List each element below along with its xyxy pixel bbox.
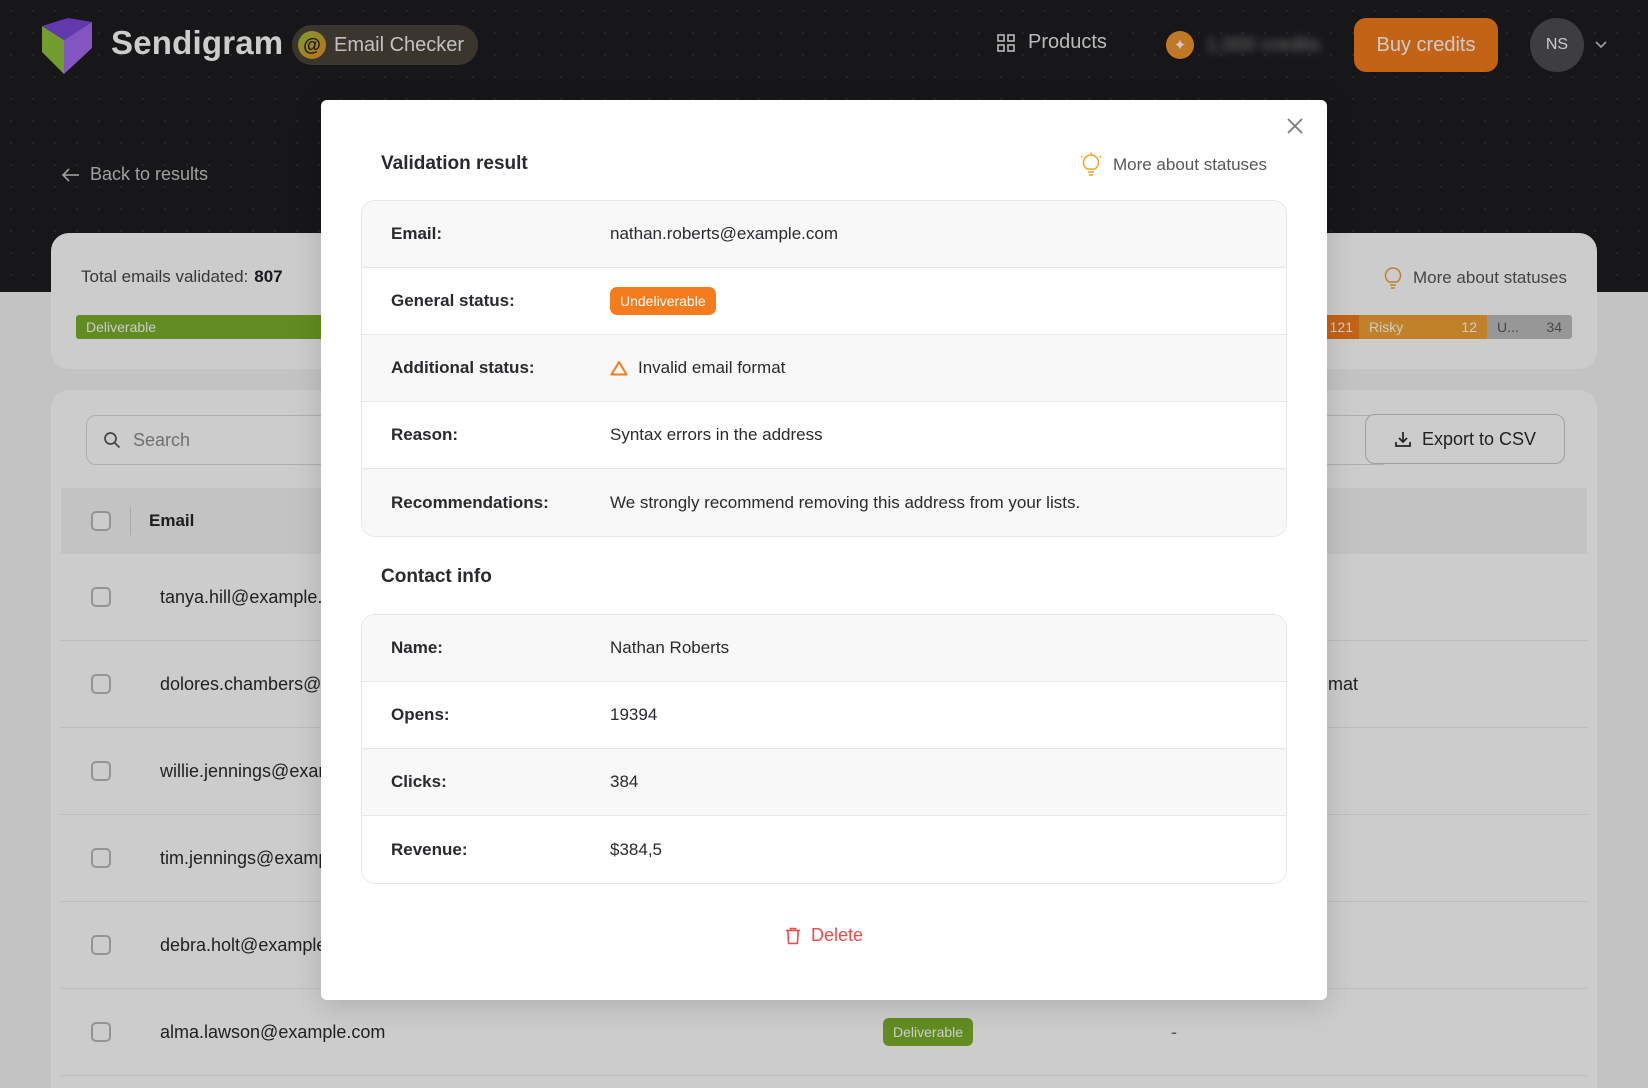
- reason-label: Reason:: [391, 425, 459, 444]
- revenue-label: Revenue:: [391, 839, 468, 859]
- recommendations-label: Recommendations:: [391, 492, 549, 512]
- more-about-statuses-link[interactable]: More about statuses: [1079, 152, 1267, 178]
- trash-icon: [785, 927, 800, 944]
- warning-triangle-icon: [610, 361, 628, 376]
- revenue-value: $384,5: [610, 839, 662, 859]
- reason-row: Reason: Syntax errors in the address: [362, 402, 1286, 469]
- close-icon: [1287, 118, 1303, 134]
- validation-result-modal: Validation result More about statuses Em…: [321, 100, 1327, 1000]
- opens-row: Opens: 19394: [362, 682, 1286, 749]
- email-value: nathan.roberts@example.com: [610, 224, 838, 243]
- email-row: Email: nathan.roberts@example.com: [362, 201, 1286, 268]
- delete-button[interactable]: Delete: [785, 925, 863, 946]
- recommendations-value: We strongly recommend removing this addr…: [610, 492, 1081, 512]
- lightbulb-icon: [1080, 152, 1102, 176]
- clicks-label: Clicks:: [391, 772, 447, 791]
- reason-value: Syntax errors in the address: [610, 425, 823, 444]
- contact-info-title: Contact info: [381, 566, 492, 587]
- clicks-row: Clicks: 384: [362, 749, 1286, 816]
- more-about-statuses-label: More about statuses: [1112, 155, 1267, 174]
- delete-container: Delete: [321, 925, 1327, 946]
- email-label: Email:: [391, 224, 443, 243]
- status-badge: Undeliverable: [610, 287, 716, 315]
- name-value: Nathan Roberts: [610, 638, 730, 657]
- name-row: Name: Nathan Roberts: [362, 615, 1286, 682]
- additional-status-row: Additional status: Invalid email format: [362, 335, 1286, 402]
- recommendations-row: Recommendations: We strongly recommend r…: [362, 469, 1286, 536]
- general-status-label: General status:: [391, 291, 515, 310]
- general-status-row: General status: Undeliverable: [362, 268, 1286, 335]
- opens-value: 19394: [610, 705, 658, 724]
- revenue-row: Revenue: $384,5: [362, 816, 1286, 883]
- contact-info-panel: Name: Nathan Roberts Opens: 19394 Clicks…: [361, 614, 1287, 884]
- validation-details-panel: Email: nathan.roberts@example.com Genera…: [361, 200, 1287, 537]
- name-label: Name:: [391, 638, 443, 657]
- delete-label: Delete: [810, 925, 864, 945]
- clicks-value: 384: [610, 772, 639, 791]
- validation-result-title: Validation result: [381, 153, 528, 174]
- additional-status-value: Invalid email format: [638, 358, 786, 377]
- opens-label: Opens:: [391, 705, 450, 724]
- close-button[interactable]: [1281, 112, 1309, 140]
- additional-status-label: Additional status:: [391, 358, 535, 377]
